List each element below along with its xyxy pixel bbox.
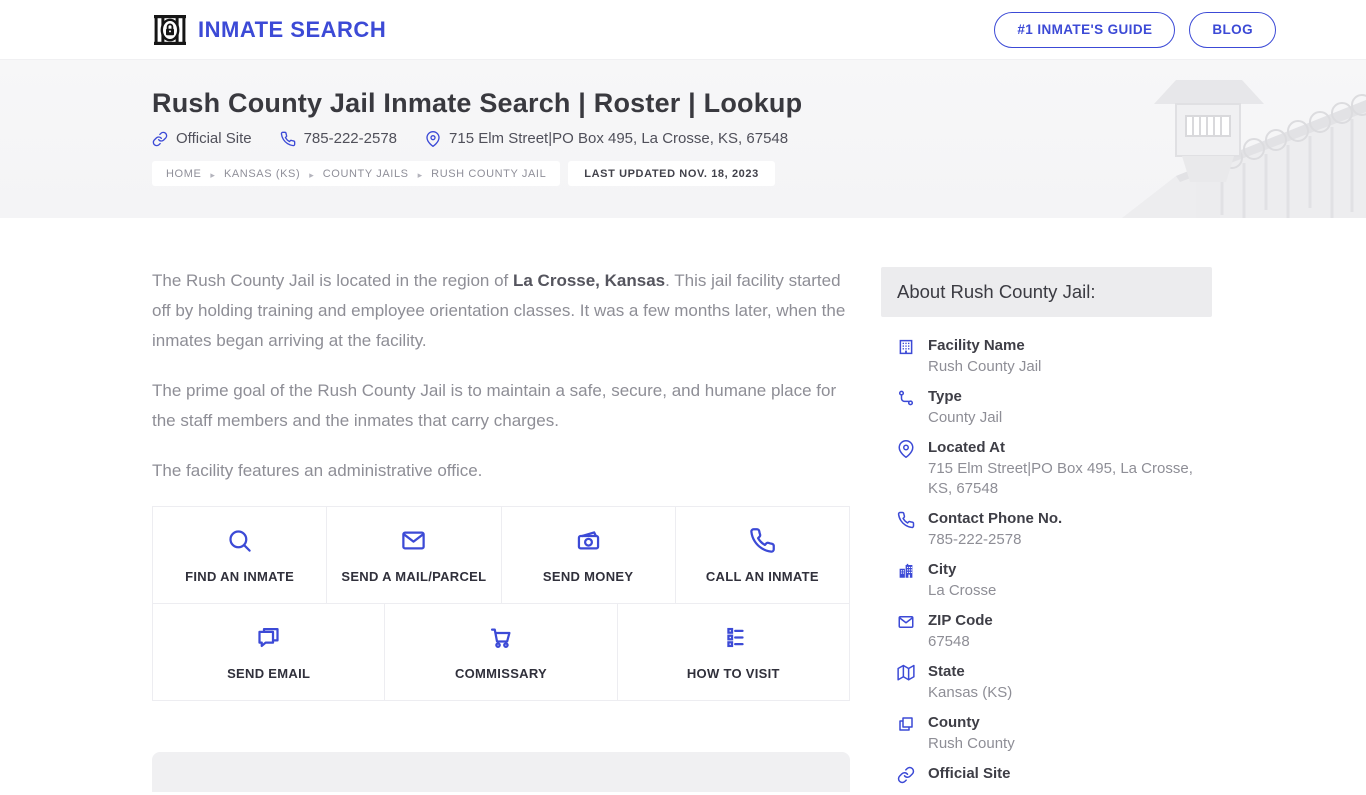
located-at-row: Located At 715 Elm Street|PO Box 495, La… (897, 438, 1212, 499)
breadcrumb: HOME KANSAS (KS) COUNTY JAILS RUSH COUNT… (152, 161, 561, 186)
official-site-row[interactable]: Official Site (897, 764, 1212, 785)
map-icon (897, 664, 915, 682)
send-email-button[interactable]: SEND EMAIL (153, 604, 386, 701)
checklist-icon (720, 624, 747, 651)
link-icon (152, 131, 168, 147)
logo-text: INMATE SEARCH (198, 16, 387, 42)
phone-icon (749, 527, 776, 554)
envelope-icon (897, 613, 915, 631)
phone-icon (280, 131, 296, 147)
how-to-visit-button[interactable]: HOW TO VISIT (617, 604, 850, 701)
hero-section: Rush County Jail Inmate Search | Roster … (0, 60, 1366, 218)
prison-watermark-image (1122, 80, 1366, 218)
find-an-inmate-button[interactable]: FIND AN INMATE (153, 507, 328, 604)
logo[interactable]: INMATE SEARCH (152, 12, 386, 48)
city-building-icon (897, 562, 915, 580)
city-row: City La Crosse (897, 560, 1212, 601)
breadcrumb-row: HOME KANSAS (KS) COUNTY JAILS RUSH COUNT… (152, 161, 775, 186)
chevron-right-icon (210, 165, 215, 183)
paragraph: The facility features an administrative … (152, 461, 483, 480)
sidebar-title: About Rush County Jail: (881, 267, 1212, 317)
commissary-button[interactable]: COMMISSARY (385, 604, 618, 701)
phone-icon (897, 511, 915, 529)
action-grid: FIND AN INMATE SEND A MAIL/PARCEL SEND M… (152, 506, 850, 701)
chevron-right-icon (418, 165, 423, 183)
header-actions: #1 INMATE'S GUIDE BLOG (994, 11, 1276, 48)
hero-meta: Official Site 785-222-2578 715 Elm Stree… (152, 130, 788, 147)
send-money-button[interactable]: SEND MONEY (501, 507, 676, 604)
last-updated-badge: LAST UPDATED NOV. 18, 2023 (568, 161, 775, 186)
inmates-guide-button[interactable]: #1 INMATE'S GUIDE (994, 11, 1176, 48)
bold-location-text: La Crosse, Kansas (512, 271, 666, 290)
breadcrumb-home[interactable]: HOME (166, 168, 201, 180)
type-row: Type County Jail (897, 387, 1212, 428)
map-pin-icon (897, 440, 915, 458)
map-pin-icon (425, 130, 441, 147)
contact-phone-row: Contact Phone No. 785-222-2578 (897, 509, 1212, 550)
money-icon (575, 527, 602, 554)
sidebar-items: Facility Name Rush County Jail Type Coun… (881, 317, 1212, 785)
blog-button[interactable]: BLOG (1189, 11, 1276, 48)
main-content: The Rush County Jail is located in the r… (152, 266, 850, 701)
header: INMATE SEARCH #1 INMATE'S GUIDE BLOG (0, 0, 1366, 60)
route-icon (897, 389, 915, 407)
county-row: County Rush County (897, 713, 1212, 754)
paragraph: The Rush County Jail is located in the r… (152, 271, 846, 350)
jail-lock-logo-icon (152, 12, 188, 48)
breadcrumb-current: RUSH COUNTY JAIL (431, 167, 547, 180)
next-section-panel (152, 752, 850, 792)
chat-icon (255, 624, 282, 651)
send-mail-parcel-button[interactable]: SEND A MAIL/PARCEL (327, 507, 502, 604)
cart-icon (487, 624, 514, 651)
zip-code-row: ZIP Code 67548 (897, 611, 1212, 652)
about-sidebar: About Rush County Jail: Facility Name Ru… (881, 267, 1212, 795)
breadcrumb-kansas[interactable]: KANSAS (KS) (224, 168, 300, 180)
facility-name-row: Facility Name Rush County Jail (897, 336, 1212, 377)
breadcrumb-county-jails[interactable]: COUNTY JAILS (323, 168, 409, 180)
mail-icon (400, 527, 427, 554)
phone-link[interactable]: 785-222-2578 (280, 130, 397, 147)
link-icon (897, 766, 915, 784)
building-grid-icon (897, 338, 915, 356)
copy-icon (897, 715, 915, 733)
chevron-right-icon (309, 165, 314, 183)
call-an-inmate-button[interactable]: CALL AN INMATE (675, 507, 850, 604)
paragraph: The prime goal of the Rush County Jail i… (152, 381, 837, 430)
official-site-link[interactable]: Official Site (152, 130, 252, 147)
state-row: State Kansas (KS) (897, 662, 1212, 703)
page-title: Rush County Jail Inmate Search | Roster … (152, 88, 803, 118)
search-icon (226, 527, 253, 554)
address-text: 715 Elm Street|PO Box 495, La Crosse, KS… (425, 130, 788, 147)
